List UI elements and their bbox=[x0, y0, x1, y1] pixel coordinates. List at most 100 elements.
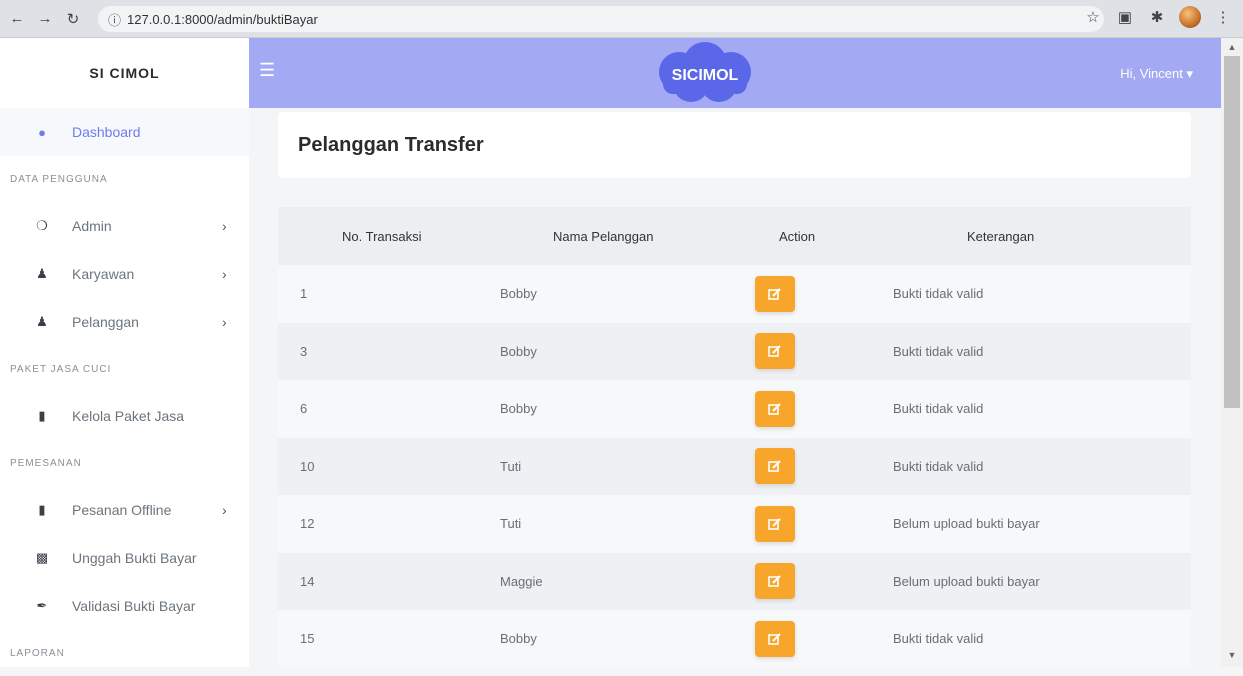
sidebar-item-label: Admin bbox=[72, 218, 112, 234]
chevron-right-icon: › bbox=[222, 218, 227, 234]
cell-nama-pelanggan: Bobby bbox=[500, 401, 537, 417]
header-action: Action bbox=[779, 228, 816, 244]
back-arrow-icon[interactable]: ← bbox=[6, 8, 28, 30]
caret-down-icon: ▾ bbox=[1186, 66, 1193, 81]
reload-icon[interactable]: ↻ bbox=[62, 8, 84, 30]
cell-action bbox=[733, 448, 871, 485]
cell-keterangan: Belum upload bukti bayar bbox=[893, 516, 1040, 532]
sidebar-item-label: Pelanggan bbox=[72, 314, 139, 330]
hamburger-menu-icon[interactable]: ☰ bbox=[259, 60, 275, 81]
table-header: No. Transaksi Nama Pelanggan Action Kete… bbox=[278, 207, 1191, 265]
sidebar-item-admin[interactable]: ❍ Admin › bbox=[0, 202, 249, 250]
edit-button[interactable] bbox=[755, 448, 795, 485]
brand-name: SI CIMOL bbox=[89, 65, 160, 81]
cell-keterangan: Bukti tidak valid bbox=[893, 458, 984, 474]
cell-no-transaksi: 15 bbox=[300, 631, 315, 647]
page-title-card: Pelanggan Transfer bbox=[278, 112, 1191, 178]
cell-keterangan: Bukti tidak valid bbox=[893, 343, 984, 359]
sidebar-item-label: Dashboard bbox=[72, 124, 141, 140]
edit-icon bbox=[768, 345, 781, 358]
sidebar-item-label: Unggah Bukti Bayar bbox=[72, 550, 197, 566]
sidebar-item-pesanan-offline[interactable]: ▮ Pesanan Offline › bbox=[0, 486, 249, 534]
cell-keterangan: Bukti tidak valid bbox=[893, 631, 984, 647]
users-icon: ♟ bbox=[36, 314, 48, 329]
cell-keterangan: Bukti tidak valid bbox=[893, 286, 984, 302]
edit-icon bbox=[768, 633, 781, 645]
user-menu[interactable]: Hi, Vincent ▾ bbox=[1120, 66, 1193, 82]
puzzle-icon[interactable]: ✱ bbox=[1147, 7, 1167, 27]
table-row: 6 Bobby Bukti tidak valid bbox=[278, 380, 1191, 438]
cell-action bbox=[733, 620, 871, 657]
edit-button[interactable] bbox=[755, 563, 795, 600]
extension-icon[interactable]: ▣ bbox=[1115, 7, 1135, 27]
pen-icon: ✒ bbox=[36, 598, 48, 613]
section-title: PAKET JASA CUCI bbox=[10, 363, 112, 375]
cell-action bbox=[733, 333, 871, 370]
cell-nama-pelanggan: Tuti bbox=[500, 458, 522, 474]
edit-button[interactable] bbox=[755, 620, 795, 657]
cell-no-transaksi: 3 bbox=[300, 343, 308, 359]
scrollbar-thumb[interactable] bbox=[1224, 56, 1240, 408]
profile-avatar[interactable] bbox=[1179, 6, 1201, 28]
cell-no-transaksi: 12 bbox=[300, 516, 315, 532]
sidebar-item-karyawan[interactable]: ♟ Karyawan › bbox=[0, 250, 249, 298]
user-icon: ♟ bbox=[36, 266, 48, 281]
sidebar-item-pelanggan[interactable]: ♟ Pelanggan › bbox=[0, 298, 249, 346]
info-icon[interactable]: ⓘ bbox=[108, 10, 121, 29]
page-title: Pelanggan Transfer bbox=[298, 133, 484, 156]
table-row: 1 Bobby Bukti tidak valid bbox=[278, 265, 1191, 323]
edit-button[interactable] bbox=[755, 505, 795, 542]
cell-nama-pelanggan: Tuti bbox=[500, 516, 522, 532]
address-bar[interactable]: ⓘ 127.0.0.1:8000/admin/buktiBayar bbox=[98, 6, 1104, 32]
edit-icon bbox=[768, 518, 781, 530]
money-bill-icon: ▩ bbox=[35, 550, 49, 565]
edit-button[interactable] bbox=[755, 333, 795, 370]
cell-no-transaksi: 10 bbox=[300, 458, 315, 474]
greeting-text: Hi, Vincent bbox=[1120, 66, 1183, 81]
scroll-down-arrow-icon[interactable]: ▼ bbox=[1226, 650, 1238, 662]
chevron-right-icon: › bbox=[222, 266, 227, 282]
star-icon[interactable]: ☆ bbox=[1083, 7, 1103, 27]
sidebar-item-dashboard[interactable]: ● Dashboard bbox=[0, 108, 249, 156]
header-no-transaksi: No. Transaksi bbox=[342, 228, 422, 244]
table-row: 12 Tuti Belum upload bukti bayar bbox=[278, 495, 1191, 553]
cell-no-transaksi: 6 bbox=[300, 401, 308, 417]
section-title: LAPORAN bbox=[10, 647, 65, 659]
section-title: DATA PENGGUNA bbox=[10, 173, 108, 185]
sidebar-item-validasi-bukti-bayar[interactable]: ✒ Validasi Bukti Bayar bbox=[0, 582, 249, 630]
forward-arrow-icon[interactable]: → bbox=[34, 8, 56, 30]
edit-button[interactable] bbox=[755, 275, 795, 312]
cell-nama-pelanggan: Maggie bbox=[500, 573, 543, 589]
cell-keterangan: Bukti tidak valid bbox=[893, 401, 984, 417]
kebab-menu-icon[interactable]: ⋮ bbox=[1213, 7, 1233, 27]
cell-keterangan: Belum upload bukti bayar bbox=[893, 573, 1040, 589]
table-row: 10 Tuti Bukti tidak valid bbox=[278, 437, 1191, 495]
chevron-right-icon: › bbox=[222, 502, 227, 518]
edit-icon bbox=[768, 403, 781, 415]
fire-icon: ● bbox=[38, 124, 46, 140]
logo-text: SICIMOL bbox=[672, 67, 739, 84]
edit-button[interactable] bbox=[755, 390, 795, 427]
edit-icon bbox=[768, 460, 781, 473]
topbar: ☰ SICIMOL Hi, Vincent ▾ bbox=[249, 38, 1221, 108]
cell-nama-pelanggan: Bobby bbox=[500, 286, 537, 302]
sidebar-item-label: Pesanan Offline bbox=[72, 502, 172, 518]
cell-action bbox=[733, 390, 871, 427]
scroll-up-arrow-icon[interactable]: ▲ bbox=[1226, 42, 1238, 54]
edit-icon bbox=[768, 575, 781, 588]
sidebar-item-label: Kelola Paket Jasa bbox=[72, 408, 185, 424]
sidebar: SI CIMOL ● Dashboard DATA PENGGUNA ❍ Adm… bbox=[0, 38, 249, 667]
cell-nama-pelanggan: Bobby bbox=[500, 631, 537, 647]
section-title: PEMESANAN bbox=[10, 457, 82, 469]
header-nama-pelanggan: Nama Pelanggan bbox=[553, 228, 654, 244]
cell-nama-pelanggan: Bobby bbox=[500, 343, 537, 359]
table-body: 1 Bobby Bukti tidak valid 3 Bobby Bukti tidak… bbox=[278, 265, 1191, 668]
sidebar-item-label: Validasi Bukti Bayar bbox=[72, 598, 196, 614]
file-icon: ▮ bbox=[38, 502, 46, 517]
table-row: 14 Maggie Belum upload bukti bayar bbox=[278, 552, 1191, 610]
book-icon: ▮ bbox=[38, 408, 46, 423]
sidebar-item-label: Karyawan bbox=[72, 266, 135, 282]
sicimol-logo[interactable]: SICIMOL bbox=[649, 42, 761, 104]
sidebar-item-unggah-bukti-bayar[interactable]: ▩ Unggah Bukti Bayar bbox=[0, 534, 249, 582]
sidebar-item-kelola-paket-jasa[interactable]: ▮ Kelola Paket Jasa bbox=[0, 392, 249, 440]
